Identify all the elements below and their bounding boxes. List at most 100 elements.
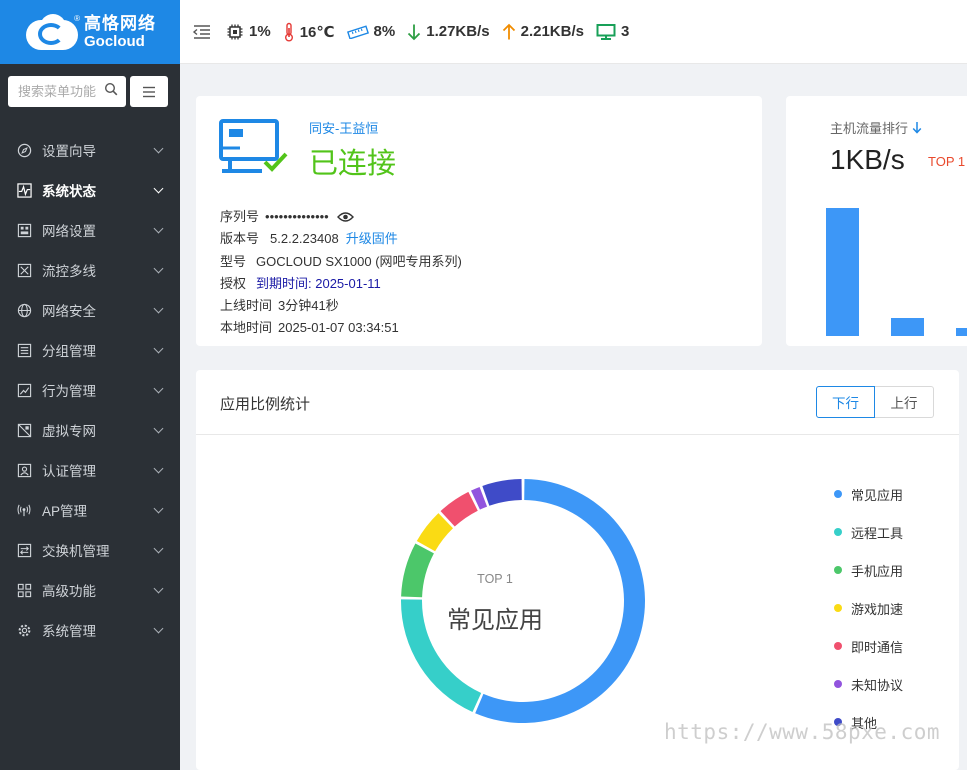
app-ratio-card: 应用比例统计 下行 上行 TOP 1 常见应用 常见应用 远程工具 手机应用 游… [196, 370, 959, 770]
download-rate: 1.27KB/s [407, 23, 490, 41]
sort-down-icon[interactable] [912, 121, 922, 134]
sidebar-item-flow-control[interactable]: 流控多线 [0, 250, 180, 290]
card-divider [196, 434, 959, 435]
cloud-logo-icon: ® [26, 14, 80, 50]
model-label: 型号 [220, 253, 247, 269]
sidebar-item-label: 系统状态 [42, 184, 96, 199]
sidebar-item-setup-wizard[interactable]: 设置向导 [0, 130, 180, 170]
host-traffic-rank-card: 主机流量排行 1KB/s TOP 1 [786, 96, 967, 346]
brand-name-cn: 高恪网络 [84, 14, 156, 33]
legend-item-instant-messaging[interactable]: 即时通信 [834, 627, 903, 665]
downstream-button[interactable]: 下行 [816, 386, 875, 418]
sidebar-item-auth-management[interactable]: 认证管理 [0, 450, 180, 490]
hamburger-icon [143, 86, 155, 97]
version-label: 版本号 [220, 231, 260, 247]
serial-label: 序列号 [220, 209, 260, 224]
sidebar-item-label: 网络设置 [42, 224, 96, 239]
donut-slice-7[interactable] [482, 479, 522, 506]
sidebar-item-network-security[interactable]: 网络安全 [0, 290, 180, 330]
chevron-down-icon [153, 543, 164, 553]
download-value: 1.27KB/s [426, 23, 490, 40]
chevron-down-icon [153, 503, 164, 513]
brand-logo[interactable]: ® 高恪网络 Gocloud [0, 0, 180, 64]
device-info-card: 同安-王益恒 已连接 序列号 •••••••••••••• 版本号 5.2.2.… [196, 96, 762, 346]
sidebar-item-label: 系统管理 [42, 624, 96, 639]
license-label: 授权 [220, 275, 247, 291]
terminal-count: 3 [596, 23, 629, 41]
legend-dot [834, 490, 842, 498]
globe-icon [16, 302, 32, 318]
donut-center-rank: TOP 1 [477, 572, 513, 586]
legend-item-remote-tools[interactable]: 远程工具 [834, 513, 903, 551]
sidebar-item-label: 行为管理 [42, 384, 96, 399]
sidebar-item-label: 认证管理 [42, 464, 96, 479]
rank-bar-2[interactable] [891, 318, 924, 336]
chevron-down-icon [153, 143, 164, 153]
device-info-list: 序列号 •••••••••••••• 版本号 5.2.2.23408 升级固件 … [220, 206, 462, 340]
legend-dot [834, 680, 842, 688]
sidebar-item-group-management[interactable]: 分组管理 [0, 330, 180, 370]
sidebar-item-label: 交换机管理 [42, 544, 110, 559]
monitor-icon [596, 23, 616, 41]
chevron-down-icon [153, 423, 164, 433]
upload-value: 2.21KB/s [520, 23, 584, 40]
sidebar-item-ap-management[interactable]: AP管理 [0, 490, 180, 530]
local-time-value: 2025-01-07 03:34:51 [278, 320, 399, 336]
direction-toggle: 下行 上行 [816, 386, 934, 418]
traffic-rank-title: 主机流量排行 [830, 121, 909, 136]
sidebar-item-vpn[interactable]: 虚拟专网 [0, 410, 180, 450]
sidebar-item-network-settings[interactable]: 网络设置 [0, 210, 180, 250]
wireless-icon [16, 502, 32, 518]
legend-dot [834, 642, 842, 650]
donut-slice-3[interactable] [401, 543, 434, 598]
sidebar-item-advanced[interactable]: 高级功能 [0, 570, 180, 610]
legend-item-common-apps[interactable]: 常见应用 [834, 475, 903, 513]
arrow-up-icon [502, 23, 516, 41]
cpu-chip-icon [226, 23, 244, 41]
temperature: 16℃ [283, 22, 335, 42]
eye-icon[interactable] [336, 211, 354, 223]
legend-dot [834, 528, 842, 536]
memory-usage: 8% [346, 23, 396, 40]
model-value: GOCLOUD SX1000 (网吧专用系列) [256, 253, 462, 269]
rank-bar-3[interactable] [956, 328, 967, 336]
upload-rate: 2.21KB/s [502, 23, 584, 41]
chevron-down-icon [153, 343, 164, 353]
upgrade-firmware-link[interactable]: 升级固件 [346, 228, 398, 250]
collapse-sidebar-icon[interactable] [192, 24, 212, 40]
legend-item-mobile-apps[interactable]: 手机应用 [834, 551, 903, 589]
license-expiry: 到期时间: 2025-01-11 [256, 275, 381, 291]
legend-label: 手机应用 [851, 563, 904, 579]
sidebar-item-behavior-management[interactable]: 行为管理 [0, 370, 180, 410]
search-icon[interactable] [104, 82, 118, 101]
donut-slice-4[interactable] [416, 513, 453, 552]
legend-item-game-acceleration[interactable]: 游戏加速 [834, 589, 903, 627]
upstream-button[interactable]: 上行 [875, 386, 934, 418]
chevron-down-icon [153, 263, 164, 273]
site-watermark: https://www.58pxe.com [664, 720, 941, 744]
legend-label: 未知协议 [851, 677, 904, 693]
uptime-value: 3分钟41秒 [278, 298, 339, 314]
menu-list-button[interactable] [130, 76, 168, 107]
network-icon [16, 222, 32, 238]
version-value: 5.2.2.23408 [270, 231, 339, 247]
legend-dot [834, 604, 842, 612]
sidebar-item-label: 流控多线 [42, 264, 96, 279]
temperature-value: 16℃ [299, 23, 335, 41]
trend-chart-icon [16, 382, 32, 398]
sidebar-item-switch-management[interactable]: 交换机管理 [0, 530, 180, 570]
sidebar-item-label: 设置向导 [42, 144, 96, 159]
legend-label: 游戏加速 [851, 601, 904, 617]
sidebar-item-system-management[interactable]: 系统管理 [0, 610, 180, 650]
sidebar-item-system-status[interactable]: 系统状态 [0, 170, 180, 210]
traffic-rank-title-row[interactable]: 主机流量排行 [830, 118, 922, 137]
legend-item-unknown-protocol[interactable]: 未知协议 [834, 665, 903, 703]
rank-bar-1[interactable] [826, 208, 859, 336]
menu-search-input[interactable] [18, 84, 104, 99]
memory-value: 8% [373, 23, 396, 40]
sidebar-item-label: 虚拟专网 [42, 424, 96, 439]
vpn-icon [16, 422, 32, 438]
sidebar-item-label: 网络安全 [42, 304, 96, 319]
registered-mark: ® [74, 14, 80, 23]
license-row: 授权 到期时间: 2025-01-11 [220, 273, 462, 295]
